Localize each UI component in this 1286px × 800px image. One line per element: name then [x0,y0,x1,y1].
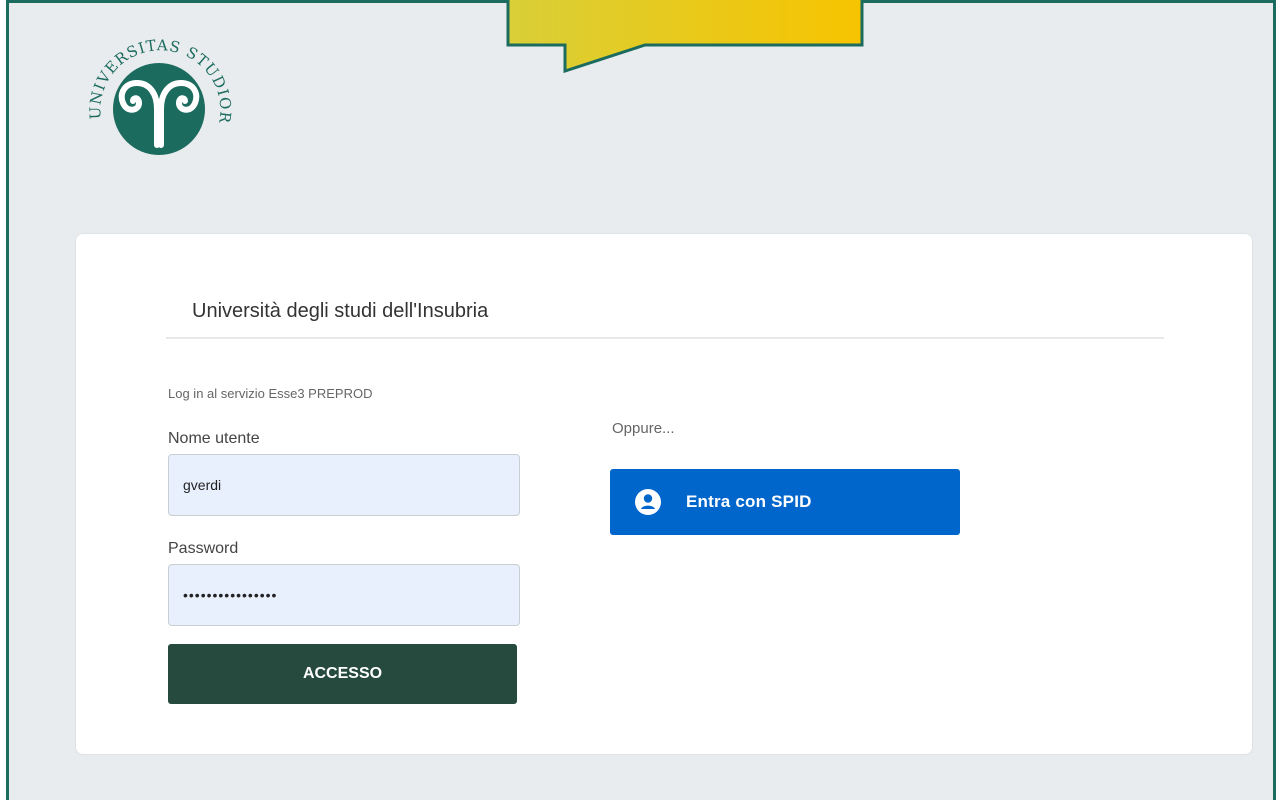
university-seal-icon: UNIVERSITAS STUDIORUM INSUBRIAE [79,27,234,155]
login-button[interactable]: ACCESSO [168,644,517,704]
username-input[interactable] [168,454,520,516]
login-card: Università degli studi dell'Insubria Log… [75,233,1253,755]
service-label: Log in al servizio Esse3 PREPROD [168,386,373,401]
username-label: Nome utente [168,430,260,447]
spid-login-button[interactable]: Entra con SPID [610,469,960,535]
or-label: Oppure... [612,420,675,437]
spid-label: Entra con SPID [686,492,812,511]
password-label: Password [168,540,239,557]
password-input[interactable] [168,564,520,626]
page-frame: UNIVERSITAS STUDIORUM INSUBRIAE Universi… [6,0,1276,800]
card-title: Università degli studi dell'Insubria [166,294,1164,339]
user-circle-icon [610,469,686,535]
callout-shape [506,0,864,73]
